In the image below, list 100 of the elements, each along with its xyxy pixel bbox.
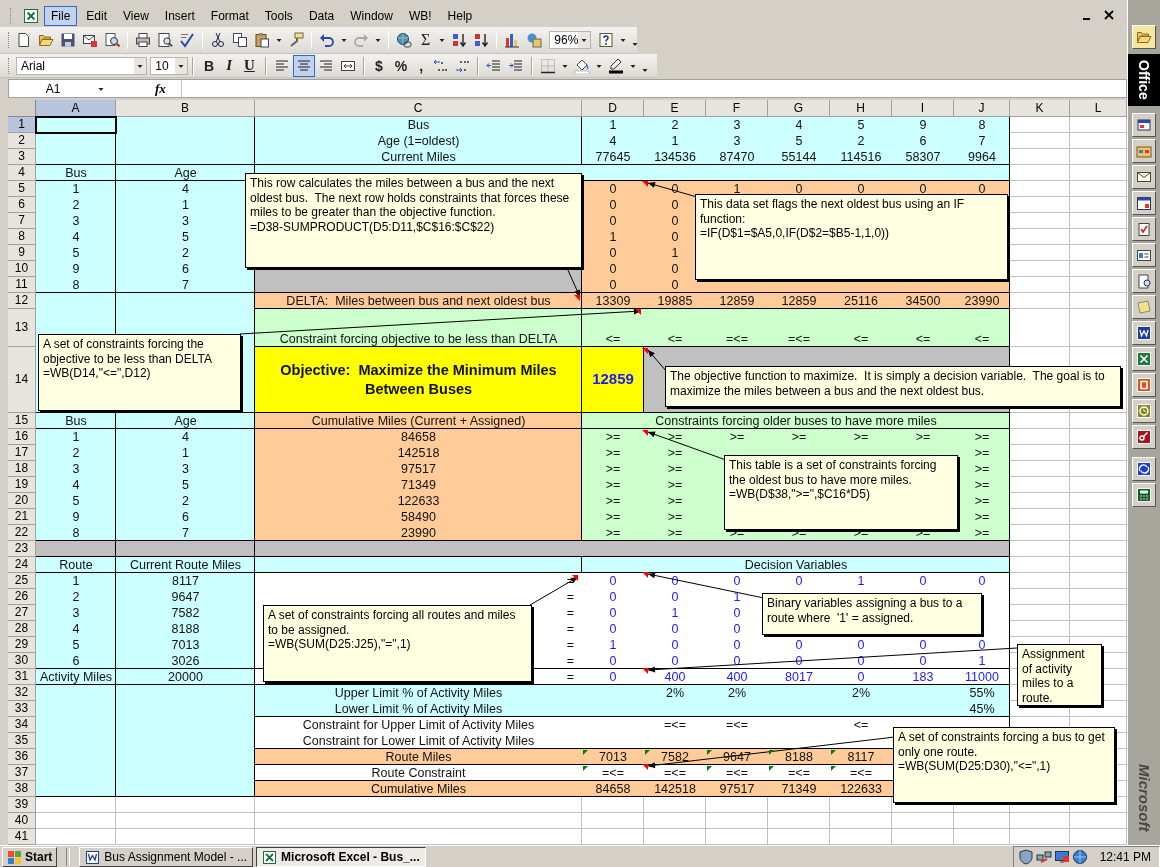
network-icon[interactable] [1035,849,1052,865]
new-document-icon[interactable] [16,32,32,49]
menu-item[interactable]: Help [440,5,480,26]
column-header[interactable]: A [36,100,116,117]
align-center-icon[interactable] [292,54,315,77]
folder-icon[interactable] [1132,25,1156,49]
percent-button[interactable]: % [388,55,414,76]
function-label[interactable]: fx [155,80,181,97]
document-app-icon[interactable] [1132,320,1156,345]
menu-item[interactable]: Data [301,5,342,26]
row-header[interactable]: 14 [8,347,36,413]
column-header[interactable]: G [768,100,830,117]
start-button[interactable]: Start [2,847,58,867]
menu-item[interactable]: View [116,5,156,26]
save-icon[interactable] [60,32,76,49]
checklist-icon[interactable] [1132,216,1156,241]
help-icon[interactable] [598,32,615,49]
print-preview-icon[interactable] [157,32,173,49]
sync-icon[interactable] [1132,456,1156,481]
window-icon[interactable] [1132,112,1156,137]
caret-icon[interactable] [578,32,591,49]
column-header[interactable]: E [644,100,706,117]
spelling-icon[interactable] [179,32,195,49]
sheet-text: =<= [726,332,748,346]
menu-item[interactable]: WB! [401,5,439,26]
column-header[interactable]: K [1010,100,1070,117]
column-header[interactable]: C [255,100,582,117]
spreadsheet-app-icon[interactable] [23,7,39,24]
cut-icon[interactable] [210,32,226,49]
font-field[interactable]: Arial [16,56,148,75]
sheet-text: 0 [857,182,865,196]
menu-item[interactable]: Window [343,5,400,26]
sheet-text: 71349 [401,478,436,492]
column-header[interactable]: D [582,100,644,117]
presentation-app-icon[interactable] [1132,372,1156,397]
journal-icon[interactable] [1132,268,1156,293]
sheet-text: <= [974,332,990,346]
increase-indent-icon[interactable] [508,57,525,74]
paste-icon[interactable] [254,32,270,49]
caret-icon[interactable] [175,57,188,74]
menu-item[interactable]: File [44,5,78,26]
fill-color-icon[interactable] [574,57,591,74]
sheet-text: 5 [857,118,865,132]
sort-descending-icon[interactable] [473,32,490,49]
undo-icon[interactable] [319,32,335,49]
clock-icon[interactable] [1132,398,1156,423]
decrease-indent-icon[interactable] [486,57,503,74]
research-icon[interactable] [104,32,120,49]
bold-button[interactable]: B [198,55,221,76]
sheet-text: >= [791,430,807,444]
zoom-field[interactable]: 96% [549,31,592,50]
column-header[interactable]: F [706,100,768,117]
menu-item[interactable]: Insert [157,5,202,26]
caret-icon[interactable] [134,57,147,74]
underline-button[interactable]: U [238,55,261,76]
globe-icon[interactable] [1071,849,1088,865]
name-box[interactable]: A1 [9,81,97,96]
copy-icon[interactable] [232,32,248,49]
folders-icon[interactable] [1132,138,1156,163]
taskbar-button[interactable]: Microsoft Excel - Bus_... [256,847,426,867]
address-card-icon[interactable] [1132,242,1156,267]
menu-item[interactable]: Tools [257,5,300,26]
column-header[interactable]: J [954,100,1010,117]
borders-icon[interactable] [540,57,557,74]
calculator-icon[interactable] [1132,482,1156,507]
menu-item[interactable]: Edit [79,5,115,26]
sheet-text: 3026 [171,654,200,668]
menu-item[interactable]: Format [203,5,256,26]
monitor-icon[interactable] [1053,849,1070,865]
column-header[interactable]: I [892,100,954,117]
font-color-icon[interactable] [608,57,625,74]
sheet-text: 2 [72,446,80,460]
italic-button[interactable]: I [220,55,239,76]
note-icon[interactable] [1132,294,1156,319]
calendar-icon[interactable] [1132,190,1156,215]
column-header[interactable]: L [1070,100,1127,117]
currency-button[interactable]: $ [368,55,389,76]
sheet-text: Age (1=oldest) [377,134,460,148]
taskbar-button[interactable]: Bus Assignment Model - ... [79,847,254,867]
column-header[interactable]: H [830,100,892,117]
comma-button[interactable]: , [413,55,430,76]
sheet-text: 142518 [654,782,696,796]
envelope-icon[interactable] [1132,164,1156,189]
drawing-icon[interactable] [526,32,543,49]
chart-icon[interactable] [504,32,521,49]
font-size-field[interactable]: 10 [150,56,189,75]
format-painter-icon[interactable] [288,32,304,49]
shield-icon[interactable] [1017,849,1034,865]
column-header[interactable]: B [116,100,255,117]
mail-icon[interactable] [82,32,98,49]
autosum-button[interactable]: Σ [415,30,437,51]
sheet-text: 0 [671,262,679,276]
print-icon[interactable] [135,32,151,49]
increase-decimal-icon[interactable] [432,57,449,74]
open-folder-icon[interactable] [38,32,54,49]
sort-ascending-icon[interactable] [451,32,468,49]
row-header[interactable]: 13 [8,309,36,347]
hyperlink-icon[interactable] [396,32,412,49]
key-icon[interactable] [1132,424,1156,449]
sheet-text: 1 [182,446,189,460]
